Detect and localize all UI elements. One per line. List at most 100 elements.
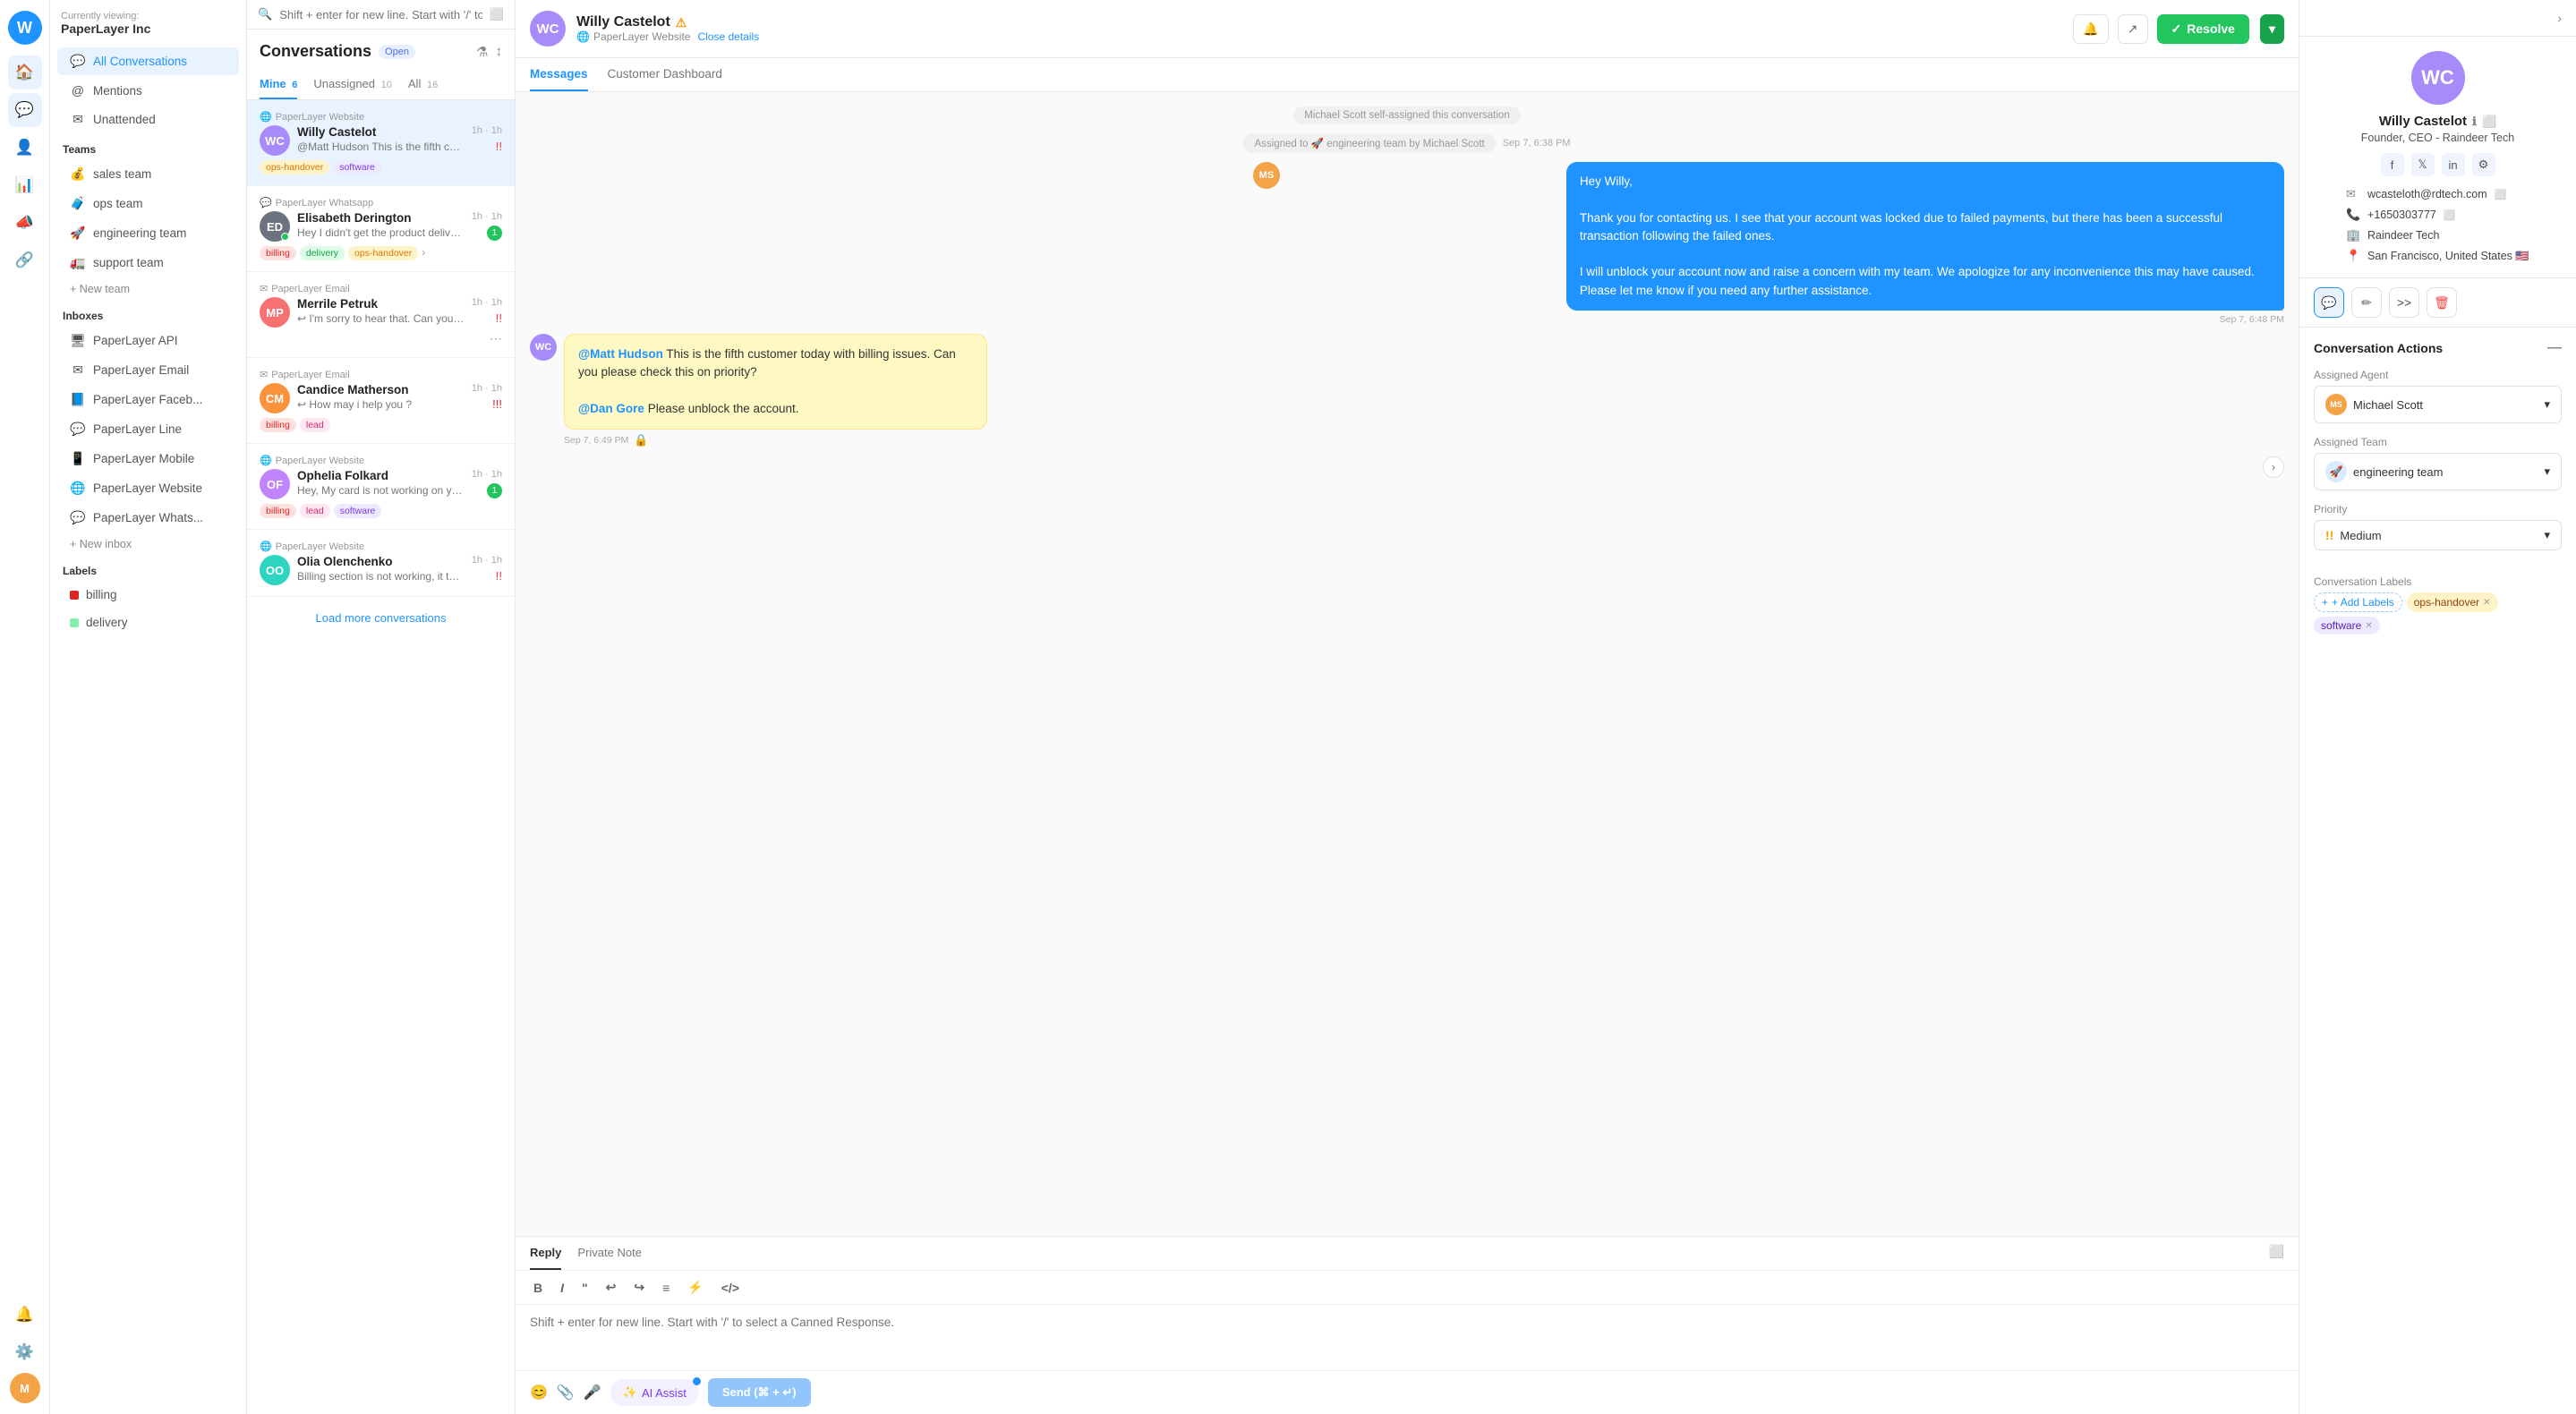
italic-button[interactable]: I	[557, 1278, 567, 1297]
expand-thread-button[interactable]: ›	[2263, 456, 2284, 478]
nav-icon-announcements[interactable]: 📣	[8, 206, 42, 240]
quote-button[interactable]: "	[578, 1278, 592, 1297]
edit-contact-button[interactable]: ✏	[2351, 287, 2382, 318]
sidebar-team-engineering[interactable]: 🚀 engineering team	[57, 219, 239, 247]
conv-item-candice[interactable]: ✉ PaperLayer Email CM Candice Matherson …	[247, 358, 515, 444]
resolve-button[interactable]: ✓ Michael Scott Resolve	[2157, 14, 2249, 44]
new-conversation-button[interactable]: 💬	[2314, 287, 2344, 318]
conv-name-6: Olia Olenchenko	[297, 555, 465, 568]
expand-reply-icon[interactable]: ⬜	[2269, 1237, 2284, 1270]
inbox-api-label: PaperLayer API	[93, 334, 178, 347]
facebook-social-icon[interactable]: f	[2381, 153, 2404, 176]
resolve-dropdown-button[interactable]: ▾	[2260, 14, 2284, 44]
list-button[interactable]: ≡	[659, 1278, 673, 1297]
conv-name-4: Candice Matherson	[297, 383, 465, 396]
copy-phone-icon[interactable]: ⬜	[2444, 209, 2456, 221]
load-more-button[interactable]: Load more conversations	[247, 597, 515, 639]
assigned-agent-select[interactable]: MS Michael Scott ▾	[2314, 386, 2562, 423]
nav-icon-reports[interactable]: 📊	[8, 168, 42, 202]
msg-time-outgoing-1: Sep 7, 6:48 PM	[2220, 314, 2284, 325]
new-team-button[interactable]: + New team	[57, 278, 239, 300]
more-options-3[interactable]: ⋯	[490, 331, 502, 346]
assigned-team-select[interactable]: 🚀 engineering team ▾	[2314, 453, 2562, 490]
sidebar-inbox-line[interactable]: 💬 PaperLayer Line	[57, 415, 239, 443]
billing-label-color	[70, 591, 79, 600]
reply-input[interactable]	[516, 1305, 2299, 1367]
code-button[interactable]: </>	[718, 1278, 743, 1297]
ops-team-label: ops team	[93, 197, 143, 210]
chat-toolbar: B I " ↩ ↪ ≡ ⚡ </>	[516, 1271, 2299, 1305]
user-avatar[interactable]: M	[10, 1373, 40, 1403]
chat-tab-dashboard[interactable]: Customer Dashboard	[608, 58, 722, 91]
sidebar-mentions[interactable]: @ Mentions	[57, 77, 239, 104]
location-icon: 📍	[2346, 249, 2360, 263]
collapse-conv-actions-icon[interactable]: —	[2547, 340, 2562, 356]
more-labels-2[interactable]: ›	[422, 246, 425, 260]
tab-mine[interactable]: Mine 6	[260, 70, 297, 99]
filter-icon[interactable]: ⚗	[476, 44, 488, 60]
new-inbox-button[interactable]: + New inbox	[57, 533, 239, 555]
nav-icon-home[interactable]: 🏠	[8, 55, 42, 89]
emoji-button[interactable]: 😊	[530, 1384, 548, 1401]
new-inbox-label: + New inbox	[70, 538, 132, 550]
github-social-icon[interactable]: ⚙	[2472, 153, 2495, 176]
undo-button[interactable]: ↩	[602, 1278, 620, 1297]
nav-icon-integrations[interactable]: 🔗	[8, 243, 42, 277]
conv-preview-1: @Matt Hudson This is the fifth cust...	[297, 141, 465, 153]
remove-software-button[interactable]: ✕	[2365, 621, 2372, 631]
reply-tab-reply[interactable]: Reply	[530, 1237, 561, 1270]
nav-icon-settings[interactable]: ⚙️	[8, 1335, 42, 1369]
nav-icon-contacts[interactable]: 👤	[8, 131, 42, 165]
reply-tab-note[interactable]: Private Note	[577, 1237, 642, 1270]
sidebar-inbox-mobile[interactable]: 📱 PaperLayer Mobile	[57, 445, 239, 473]
search-input[interactable]	[279, 8, 482, 21]
remove-ops-handover-button[interactable]: ✕	[2483, 598, 2490, 608]
sidebar-label-billing[interactable]: billing	[57, 582, 239, 608]
nav-icon-notifications[interactable]: 🔔	[8, 1298, 42, 1332]
conv-item-olia[interactable]: 🌐 PaperLayer Website OO Olia Olenchenko …	[247, 530, 515, 597]
sidebar-inbox-facebook[interactable]: 📘 PaperLayer Faceb...	[57, 386, 239, 413]
add-labels-button[interactable]: + + Add Labels	[2314, 592, 2402, 612]
sidebar-label-delivery[interactable]: delivery	[57, 609, 239, 635]
copy-email-icon[interactable]: ⬜	[2495, 189, 2507, 200]
linkedin-social-icon[interactable]: in	[2442, 153, 2465, 176]
label-lead-5: lead	[300, 504, 330, 518]
conv-item-merrile[interactable]: ✉ PaperLayer Email MP Merrile Petruk ↩ I…	[247, 272, 515, 358]
expand-search-icon[interactable]: ⬜	[490, 7, 504, 21]
conv-item-ophelia[interactable]: 🌐 PaperLayer Website OF Ophelia Folkard …	[247, 444, 515, 530]
sidebar-team-ops[interactable]: 🧳 ops team	[57, 190, 239, 217]
close-details-button[interactable]: Close details	[697, 30, 759, 43]
send-button[interactable]: Send (⌘ + ↵)	[708, 1378, 811, 1407]
chat-tab-messages[interactable]: Messages	[530, 58, 588, 91]
merge-contact-button[interactable]: >>	[2389, 287, 2419, 318]
ai-assist-button[interactable]: ✨ AI Assist	[610, 1379, 699, 1406]
delete-contact-button[interactable]: 🗑	[2427, 287, 2457, 318]
bold-button[interactable]: B	[530, 1278, 546, 1297]
ordered-list-button[interactable]: ⚡	[684, 1278, 706, 1297]
sidebar-inbox-website[interactable]: 🌐 PaperLayer Website	[57, 474, 239, 502]
audio-button[interactable]: 🎤	[584, 1384, 601, 1401]
priority-select[interactable]: !! Medium ▾	[2314, 520, 2562, 550]
sidebar-team-sales[interactable]: 💰 sales team	[57, 160, 239, 188]
collapse-right-panel-button[interactable]: ›	[2557, 11, 2562, 25]
engineering-team-label: engineering team	[93, 226, 186, 240]
sidebar-all-conversations[interactable]: 💬 All Conversations	[57, 47, 239, 75]
sidebar-unattended[interactable]: ✉ Unattended	[57, 106, 239, 133]
redo-button[interactable]: ↪	[630, 1278, 648, 1297]
mute-button[interactable]: 🔔	[2073, 14, 2108, 44]
sidebar-inbox-whatsapp[interactable]: 💬 PaperLayer Whats...	[57, 504, 239, 532]
twitter-social-icon[interactable]: 𝕏	[2411, 153, 2435, 176]
sidebar-team-support[interactable]: 🚛 support team	[57, 249, 239, 277]
sort-icon[interactable]: ↕	[496, 44, 503, 60]
conv-name-5: Ophelia Folkard	[297, 469, 465, 482]
sidebar-inbox-api[interactable]: 🖥 PaperLayer API	[57, 327, 239, 354]
contact-company-row: 🏢 Raindeer Tech	[2346, 228, 2529, 243]
conv-item-willy[interactable]: 🌐 PaperLayer Website WC Willy Castelot @…	[247, 100, 515, 186]
conv-item-elisabeth[interactable]: 💬 PaperLayer Whatsapp ED Elisabeth Derin…	[247, 186, 515, 272]
tab-unassigned[interactable]: Unassigned 10	[313, 70, 392, 99]
nav-icon-chat[interactable]: 💬	[8, 93, 42, 127]
share-button[interactable]: ↗	[2118, 14, 2148, 44]
sidebar-inbox-email[interactable]: ✉ PaperLayer Email	[57, 356, 239, 384]
attach-button[interactable]: 📎	[557, 1384, 575, 1401]
tab-all[interactable]: All 16	[408, 70, 438, 99]
